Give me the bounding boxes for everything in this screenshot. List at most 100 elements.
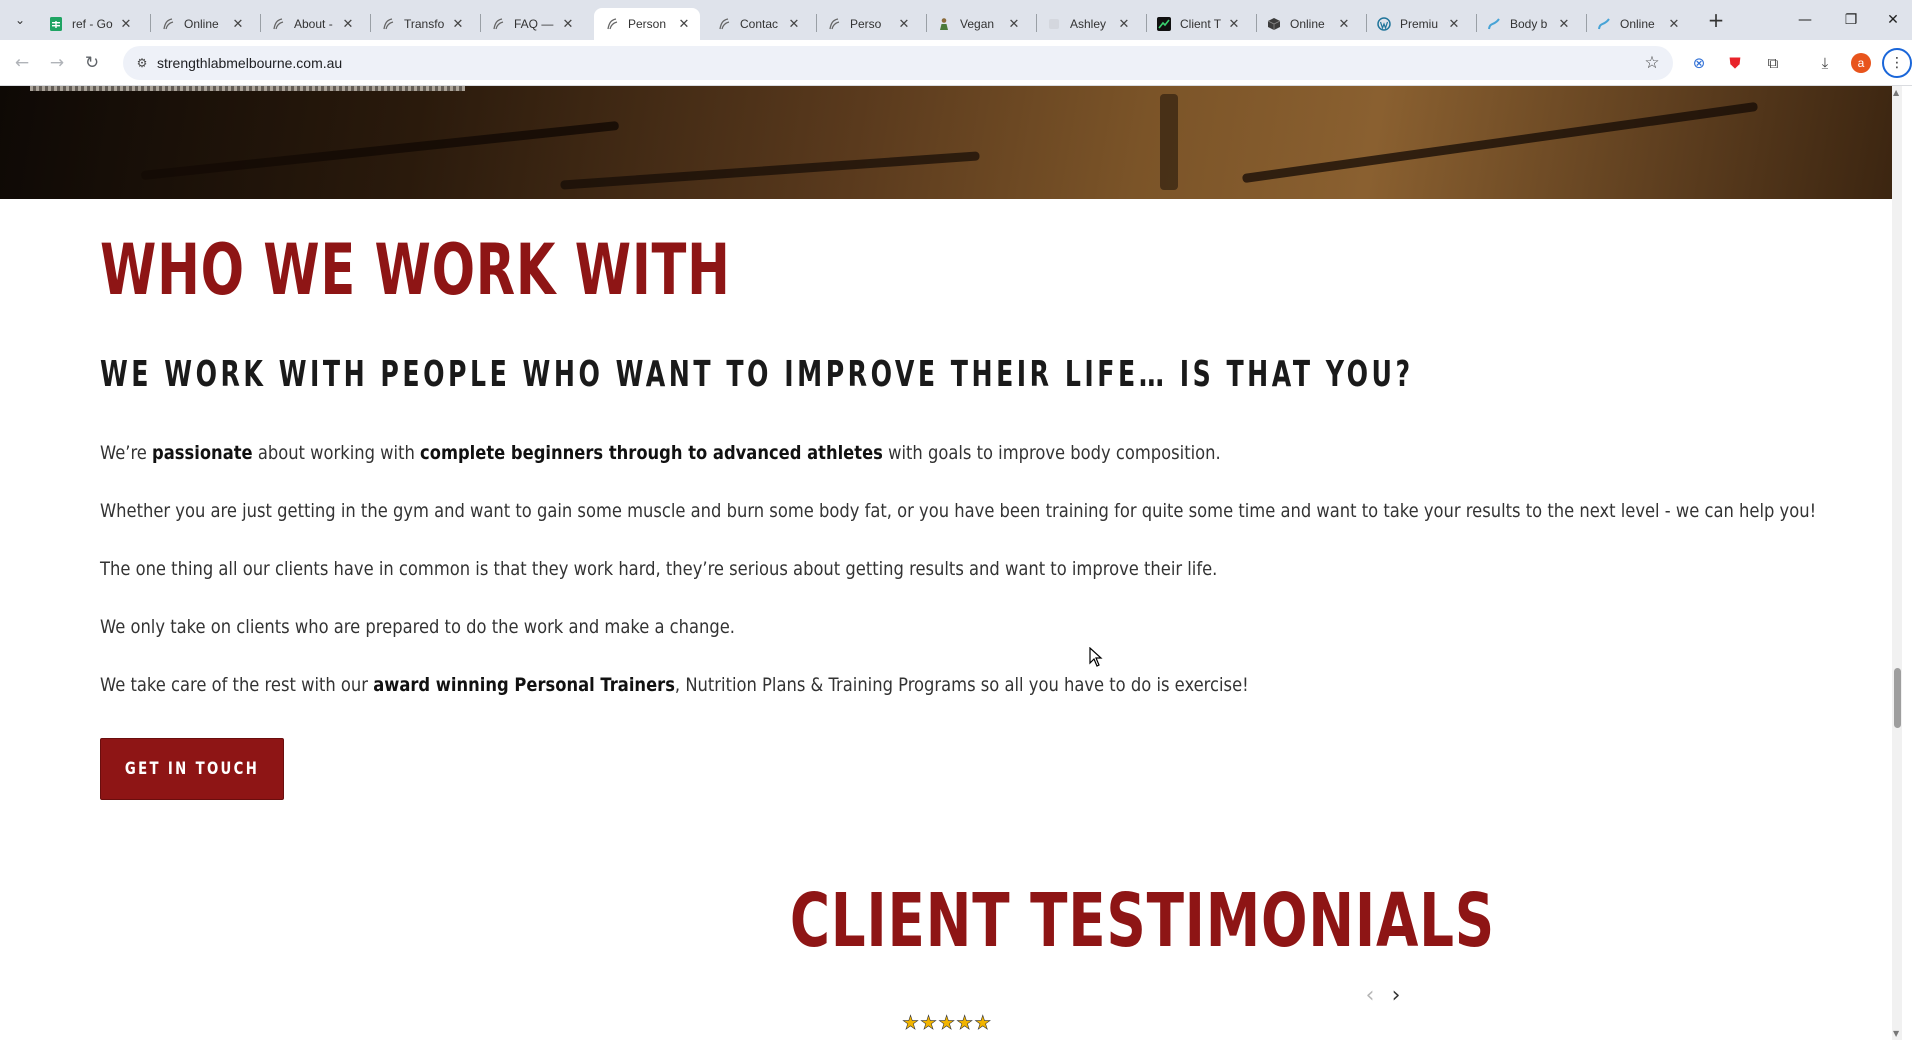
page-viewport: WHO WE WORK WITH WE WORK WITH PEOPLE WHO… bbox=[0, 86, 1902, 1040]
hero-image-plank bbox=[1241, 101, 1759, 184]
bold-text-run: award winning Personal Trainers bbox=[373, 674, 675, 696]
wave-icon bbox=[1596, 16, 1612, 32]
text-run: with goals to improve body composition. bbox=[882, 442, 1221, 464]
close-tab-icon[interactable]: ✕ bbox=[450, 16, 466, 32]
blank-page-icon bbox=[1046, 16, 1062, 32]
carousel-next-chevron-icon[interactable]: › bbox=[1385, 981, 1407, 1009]
extension-shield-icon[interactable]: ⛊ bbox=[1724, 52, 1746, 74]
close-tab-icon[interactable]: ✕ bbox=[1226, 16, 1242, 32]
extension-globe-icon[interactable]: ⊗ bbox=[1688, 52, 1710, 74]
close-tab-icon[interactable]: ✕ bbox=[676, 16, 692, 32]
restore-window-icon[interactable]: ❐ bbox=[1828, 0, 1874, 40]
browser-tab[interactable]: Transfo ✕ bbox=[370, 8, 474, 40]
mouse-cursor-icon bbox=[1089, 647, 1103, 667]
browser-toolbar: ← → ↻ ⚙ strengthlabmelbourne.com.au ☆ ⊗ … bbox=[0, 40, 1912, 86]
hero-image-caption-strip bbox=[30, 86, 465, 91]
tab-title: Person bbox=[628, 17, 667, 31]
browser-tab[interactable]: FAQ — ✕ bbox=[480, 8, 584, 40]
forward-arrow-icon[interactable]: → bbox=[43, 49, 71, 77]
intro-paragraph: We’re passionate about working with comp… bbox=[100, 442, 1221, 464]
hero-image-plank bbox=[140, 120, 620, 181]
browser-tab[interactable]: Body b ✕ bbox=[1476, 8, 1580, 40]
browser-menu-icon[interactable]: ⋮ bbox=[1882, 48, 1912, 78]
close-tab-icon[interactable]: ✕ bbox=[1556, 16, 1572, 32]
site-logo-icon bbox=[826, 16, 842, 32]
body-paragraph: The one thing all our clients have in co… bbox=[100, 558, 1218, 580]
hero-image-plank bbox=[560, 151, 980, 190]
tab-title: Perso bbox=[850, 17, 882, 31]
tab-title: Online bbox=[184, 17, 219, 31]
browser-tab[interactable]: Contac ✕ bbox=[706, 8, 810, 40]
close-tab-icon[interactable]: ✕ bbox=[230, 16, 246, 32]
close-tab-icon[interactable]: ✕ bbox=[1336, 16, 1352, 32]
tab-title: FAQ — bbox=[514, 17, 554, 31]
text-run: We’re bbox=[100, 442, 153, 464]
tab-title: Client T bbox=[1180, 17, 1222, 31]
profile-avatar[interactable]: a bbox=[1851, 53, 1871, 73]
browser-tab-active[interactable]: Person ✕ bbox=[594, 8, 700, 40]
chart-icon bbox=[1156, 16, 1172, 32]
extensions-puzzle-icon[interactable]: ⧉ bbox=[1762, 52, 1784, 74]
bold-text-run: complete beginners through to advanced a… bbox=[420, 442, 883, 464]
scroll-up-arrow-icon[interactable]: ▲ bbox=[1893, 88, 1899, 97]
address-bar[interactable]: ⚙ strengthlabmelbourne.com.au ☆ bbox=[123, 46, 1673, 80]
cube-icon bbox=[1266, 16, 1282, 32]
close-tab-icon[interactable]: ✕ bbox=[118, 16, 134, 32]
star-icon: ★ bbox=[974, 1012, 992, 1035]
browser-tab[interactable]: Online ✕ bbox=[150, 8, 254, 40]
star-icon: ★ bbox=[902, 1012, 920, 1035]
new-tab-plus-icon[interactable]: + bbox=[1702, 8, 1730, 32]
browser-tab[interactable]: About - ✕ bbox=[260, 8, 364, 40]
download-icon[interactable]: ⤓ bbox=[1814, 52, 1836, 74]
scrollbar-thumb[interactable] bbox=[1894, 668, 1901, 728]
tab-title: Online bbox=[1290, 17, 1325, 31]
close-tab-icon[interactable]: ✕ bbox=[560, 16, 576, 32]
close-tab-icon[interactable]: ✕ bbox=[1446, 16, 1462, 32]
browser-tab[interactable]: Client T ✕ bbox=[1146, 8, 1250, 40]
browser-tab[interactable]: ref - Go ✕ bbox=[38, 8, 142, 40]
get-in-touch-label: GET IN TOUCH bbox=[124, 759, 260, 779]
body-paragraph: Whether you are just getting in the gym … bbox=[100, 500, 1817, 522]
tab-search-chevron-icon[interactable]: ⌄ bbox=[8, 8, 32, 32]
reload-icon[interactable]: ↻ bbox=[78, 49, 106, 77]
browser-tab[interactable]: Online ✕ bbox=[1586, 8, 1690, 40]
section-subheading: WE WORK WITH PEOPLE WHO WANT TO IMPROVE … bbox=[100, 354, 1414, 395]
get-in-touch-button[interactable]: GET IN TOUCH bbox=[100, 738, 284, 800]
tab-title: Contac bbox=[740, 17, 779, 31]
browser-tab[interactable]: Vegan ✕ bbox=[926, 8, 1030, 40]
close-window-icon[interactable]: ✕ bbox=[1874, 0, 1912, 40]
text-run: We take care of the rest with our bbox=[100, 674, 374, 696]
text-run: , Nutrition Plans & Training Programs so… bbox=[674, 674, 1249, 696]
browser-tab[interactable]: Online ✕ bbox=[1256, 8, 1360, 40]
close-tab-icon[interactable]: ✕ bbox=[1666, 16, 1682, 32]
bookmark-star-icon[interactable]: ☆ bbox=[1641, 52, 1663, 74]
back-arrow-icon[interactable]: ← bbox=[8, 49, 36, 77]
hero-image-post bbox=[1160, 94, 1178, 190]
browser-tab[interactable]: Perso ✕ bbox=[816, 8, 920, 40]
close-tab-icon[interactable]: ✕ bbox=[786, 16, 802, 32]
star-rating: ★ ★ ★ ★ ★ bbox=[902, 1012, 992, 1035]
testimonials-heading-text: CLIENT TESTIMONIALS bbox=[789, 878, 1495, 964]
url-text[interactable]: strengthlabmelbourne.com.au bbox=[157, 55, 342, 71]
site-logo-icon bbox=[160, 16, 176, 32]
site-settings-icon[interactable]: ⚙ bbox=[133, 54, 151, 72]
wave-icon bbox=[1486, 16, 1502, 32]
minimize-window-icon[interactable]: — bbox=[1782, 0, 1828, 40]
tab-title: ref - Go bbox=[72, 17, 113, 31]
browser-tab[interactable]: Ashley ✕ bbox=[1036, 8, 1140, 40]
body-paragraph: We only take on clients who are prepared… bbox=[100, 616, 736, 638]
person-icon bbox=[936, 16, 952, 32]
star-icon: ★ bbox=[956, 1012, 974, 1035]
close-tab-icon[interactable]: ✕ bbox=[1116, 16, 1132, 32]
scroll-down-arrow-icon[interactable]: ▼ bbox=[1893, 1029, 1899, 1038]
star-icon: ★ bbox=[920, 1012, 938, 1035]
close-tab-icon[interactable]: ✕ bbox=[1006, 16, 1022, 32]
text-run: about working with bbox=[252, 442, 421, 464]
close-tab-icon[interactable]: ✕ bbox=[340, 16, 356, 32]
browser-tab[interactable]: Premiu ✕ bbox=[1366, 8, 1470, 40]
page-scrollbar[interactable]: ▲ ▼ bbox=[1892, 86, 1902, 1040]
close-tab-icon[interactable]: ✕ bbox=[896, 16, 912, 32]
tab-title: Ashley bbox=[1070, 17, 1107, 31]
tab-title: Body b bbox=[1510, 17, 1548, 31]
carousel-prev-chevron-icon[interactable]: ‹ bbox=[1359, 981, 1381, 1009]
